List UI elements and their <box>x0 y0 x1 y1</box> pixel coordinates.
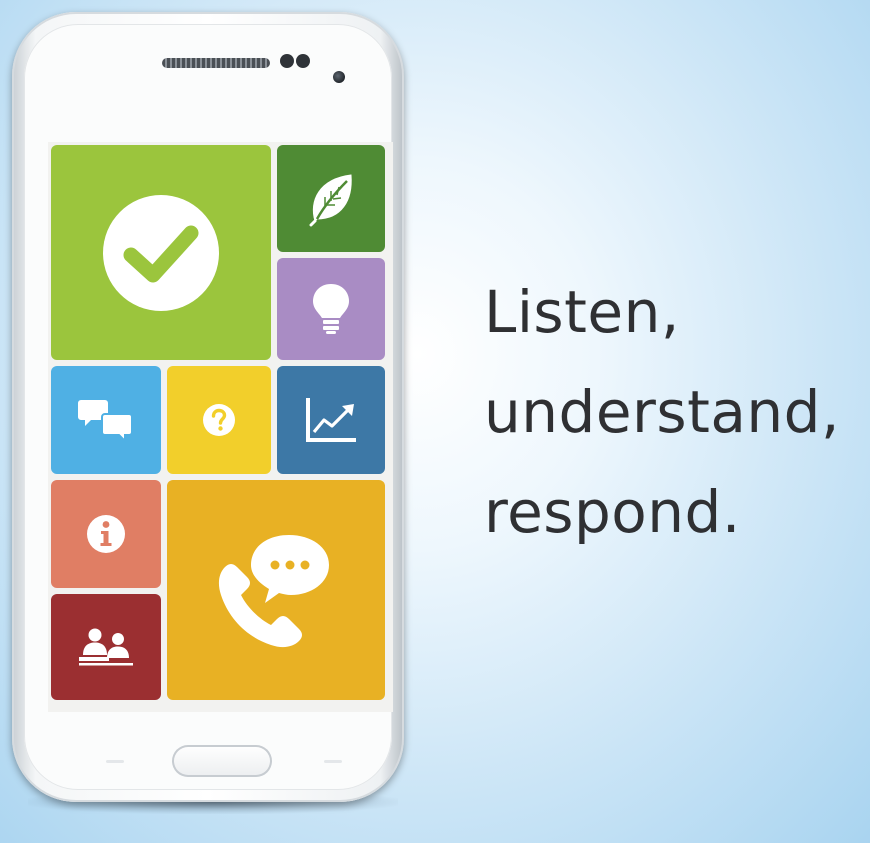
headline-text: Listen, understand, respond. <box>484 262 864 562</box>
leaf-icon <box>309 173 352 226</box>
checkmark-icon <box>103 194 219 311</box>
people-meeting-icon <box>79 628 133 666</box>
tile-chat[interactable] <box>51 366 161 474</box>
tile-help[interactable] <box>167 366 271 474</box>
headline-line-3: respond. <box>484 478 741 546</box>
proximity-sensor <box>280 54 294 68</box>
lightbulb-icon <box>313 284 349 334</box>
tile-leaf[interactable] <box>277 145 385 252</box>
headline-line-1: Listen, <box>484 278 680 346</box>
question-icon <box>203 404 235 436</box>
front-camera-icon <box>333 71 345 83</box>
tile-chart[interactable] <box>277 366 385 474</box>
light-sensor <box>296 54 310 68</box>
phone-screen <box>48 142 393 712</box>
chat-bubbles-icon <box>78 400 133 444</box>
home-button[interactable] <box>172 745 272 777</box>
tile-meeting[interactable] <box>51 594 161 700</box>
phone-with-speech-bubble-icon <box>218 535 329 648</box>
headline-line-2: understand, <box>484 378 840 446</box>
tile-phone-chat[interactable] <box>167 480 385 700</box>
tile-lightbulb[interactable] <box>277 258 385 360</box>
tile-info[interactable] <box>51 480 161 588</box>
smartphone <box>12 12 404 802</box>
info-icon <box>87 515 125 553</box>
earpiece-speaker <box>162 58 270 68</box>
tile-checkmark[interactable] <box>51 145 271 360</box>
menu-softkey[interactable] <box>106 760 124 763</box>
back-softkey[interactable] <box>324 760 342 763</box>
line-chart-icon <box>306 398 356 442</box>
